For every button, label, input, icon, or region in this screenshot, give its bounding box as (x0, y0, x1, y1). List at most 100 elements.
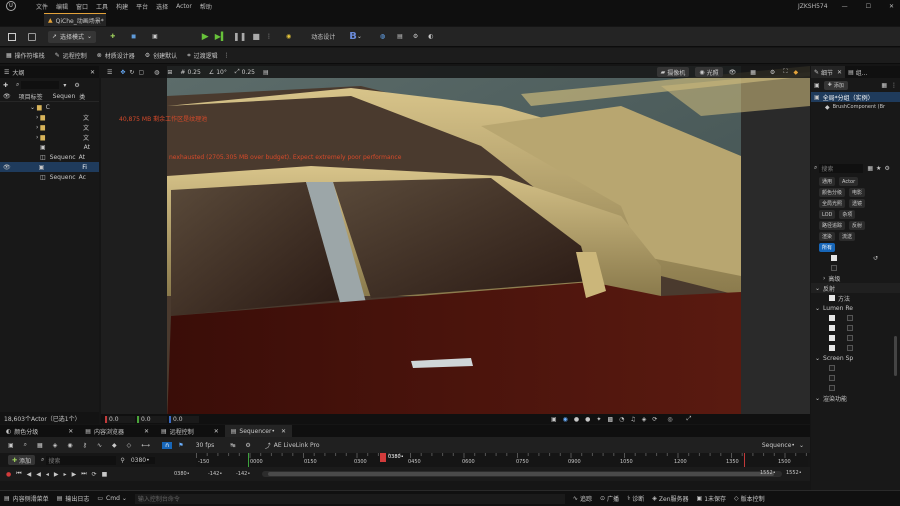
source-icon[interactable]: ◐ (428, 33, 433, 40)
build-icon[interactable]: B (349, 31, 357, 42)
level-viewport[interactable]: ☰ ✥ ↻ ▢ ◍ ⊞ # 0.25 ∠ 10° ⤢ 0.25 ▤ ▰ 摄像机 … (101, 66, 810, 424)
add-component-button[interactable]: ✚ 添加 (823, 80, 848, 90)
property-checkbox[interactable] (831, 265, 837, 271)
blueprint-icon[interactable]: ▦ (881, 82, 887, 89)
component-brush[interactable]: ◆ BrushComponent (Br (811, 102, 900, 112)
color-wheel-icon[interactable]: ◉ (563, 416, 568, 423)
filter-rendering[interactable]: 渲染 (819, 232, 836, 241)
playback-icon[interactable]: ↹ (230, 442, 235, 449)
record-icon[interactable]: ● (6, 471, 11, 478)
world-icon[interactable]: ◍ (154, 69, 159, 76)
loop-icon[interactable]: ⟳ (92, 471, 97, 478)
timer-icon[interactable]: ◔ (619, 416, 624, 423)
property-checkbox[interactable] (829, 345, 835, 351)
method-checkbox[interactable] (829, 295, 835, 301)
current-frame-field[interactable]: 0380• (130, 456, 155, 464)
unreal-logo-icon[interactable]: U (6, 1, 16, 11)
curve-icon[interactable]: ∿ (97, 442, 102, 449)
realtime-icon[interactable]: ⟳ (652, 416, 657, 423)
table-row[interactable]: ◫ Sequenc Ac (0, 172, 99, 182)
menu-edit[interactable]: 编辑 (56, 2, 68, 11)
close-icon[interactable]: ✕ (837, 69, 842, 76)
property-checkbox[interactable] (829, 325, 835, 331)
menu-window[interactable]: 窗口 (76, 2, 88, 11)
viewport-settings-icon[interactable]: ⚙ (770, 69, 775, 76)
rotate-snap-value[interactable]: 10° (216, 69, 227, 76)
more-icon[interactable]: ⋮ (224, 52, 230, 59)
lock-icon[interactable]: ⌄ (799, 442, 804, 449)
filter-reflection[interactable]: 反射 (849, 221, 866, 230)
broadcast-button[interactable]: ⊙ 广播 (600, 494, 619, 503)
section-screen-space[interactable]: ⌄ Screen Sp (811, 353, 900, 363)
grid-icon[interactable]: ▦ (867, 165, 873, 172)
save-icon[interactable] (8, 32, 16, 41)
tab-remote-control[interactable]: ▤ 远程控制 ✕ (155, 425, 225, 437)
filter-color-grading[interactable]: 颜色分级 (819, 188, 846, 197)
time-ruler[interactable]: -150 0000 0150 0300 0450 0600 0750 0900 … (196, 453, 808, 467)
sequencer-search-input[interactable]: 搜索 (46, 455, 117, 465)
menu-tools[interactable]: 工具 (96, 2, 108, 11)
document-tab[interactable]: ▲ QiChe_动画场景* (44, 13, 106, 26)
last-frame-icon[interactable]: ⏭ (81, 470, 86, 478)
star-icon[interactable]: ★ (876, 165, 881, 172)
platform-icon[interactable]: ▤ (397, 33, 403, 40)
rotate-snap-icon[interactable]: ∠ (209, 69, 214, 76)
scale-snap-icon[interactable]: ⤢ (235, 68, 240, 76)
menu-actor[interactable]: Actor (176, 3, 192, 10)
section-reflection[interactable]: ⌄ 反射 (811, 283, 900, 293)
stop-icon[interactable]: ■ (102, 471, 108, 478)
filter-icon[interactable]: ⚲ (120, 457, 124, 464)
group-tab[interactable]: ▤ 组... (845, 68, 870, 77)
end-frame-field-2[interactable]: 1552• (786, 470, 802, 476)
menu-select[interactable]: 选择 (156, 2, 168, 11)
camera-speed-icon[interactable]: ▤ (263, 69, 269, 76)
maximize-viewport-icon[interactable]: ⛶ (783, 68, 787, 76)
label-column[interactable]: 项目标签 (19, 92, 43, 101)
cmd-button[interactable]: ▭ Cmd ⌄ (97, 495, 127, 502)
livelink-label[interactable]: AE LiveLink Pro (274, 442, 320, 449)
grid-snap-icon[interactable]: # (180, 69, 185, 76)
next-key-icon[interactable]: ▶ (72, 471, 77, 478)
chevron-right-icon[interactable]: › (36, 114, 38, 121)
snap-icon[interactable]: ⟷ (141, 442, 150, 449)
camera-mode-button[interactable]: ▰ 摄像机 (656, 67, 690, 77)
menu-file[interactable]: 文件 (36, 2, 48, 11)
render-icon[interactable]: ◉ (67, 442, 72, 449)
remote-control-button[interactable]: ✎ 远程控制 (55, 51, 87, 60)
tab-color-grading[interactable]: ◐ 颜色分级 ✕ (0, 425, 79, 437)
end-frame-field[interactable]: 1552• (760, 470, 776, 476)
image-icon[interactable]: ▩ (607, 416, 613, 423)
table-row[interactable]: ⌄ ▆ C (0, 102, 99, 112)
operator-stack-button[interactable]: ▦ 操作符堆栈 (6, 51, 45, 60)
property-checkbox[interactable] (847, 335, 853, 341)
key-icon[interactable]: ⚷ (83, 442, 87, 449)
table-row-selected[interactable]: 👁 ▣ Fi (0, 162, 99, 172)
table-row[interactable]: › ▆ 文 (0, 122, 99, 132)
property-checkbox[interactable] (847, 325, 853, 331)
surface-snap-icon[interactable]: ⊞ (167, 69, 172, 76)
light-icon[interactable]: ✦ (596, 416, 601, 423)
table-row[interactable]: ◫ Sequenc At (0, 152, 99, 162)
chevron-right-icon[interactable]: › (36, 134, 38, 141)
range-end-field[interactable]: -142• (236, 471, 258, 477)
table-row[interactable]: ▣ At (0, 142, 99, 152)
visibility-icon[interactable]: 👁 (3, 164, 11, 171)
start-marker[interactable] (248, 453, 249, 467)
livelink-icon[interactable]: ⤴ (265, 441, 271, 450)
table-row[interactable]: › ▆ 文 (0, 132, 99, 142)
property-checkbox[interactable] (829, 385, 835, 391)
scale-snap-value[interactable]: 0.25 (242, 69, 255, 76)
add-content-icon[interactable]: ✚ (110, 33, 115, 40)
chevron-down-icon[interactable]: ⌄ (357, 33, 362, 40)
outliner-tab[interactable]: ☰ 大纲 ✕ (0, 66, 99, 78)
diagnostics-button[interactable]: ⚕ 诊断 (627, 494, 644, 503)
details-tab[interactable]: ✎ 细节 ✕ (811, 66, 846, 78)
reset-icon[interactable]: ↺ (873, 255, 878, 262)
play-button[interactable]: ▶ (202, 32, 209, 42)
filter-path-tracing[interactable]: 路径追踪 (819, 221, 846, 230)
close-icon[interactable]: ✕ (144, 428, 149, 435)
rotate-tool-icon[interactable]: ↻ (129, 69, 134, 76)
material-designer-button[interactable]: ⊗ 材质设计器 (97, 51, 135, 60)
add-track-button[interactable]: ✚ 添加 (8, 455, 36, 465)
details-search-input[interactable]: 搜索 (819, 163, 864, 173)
